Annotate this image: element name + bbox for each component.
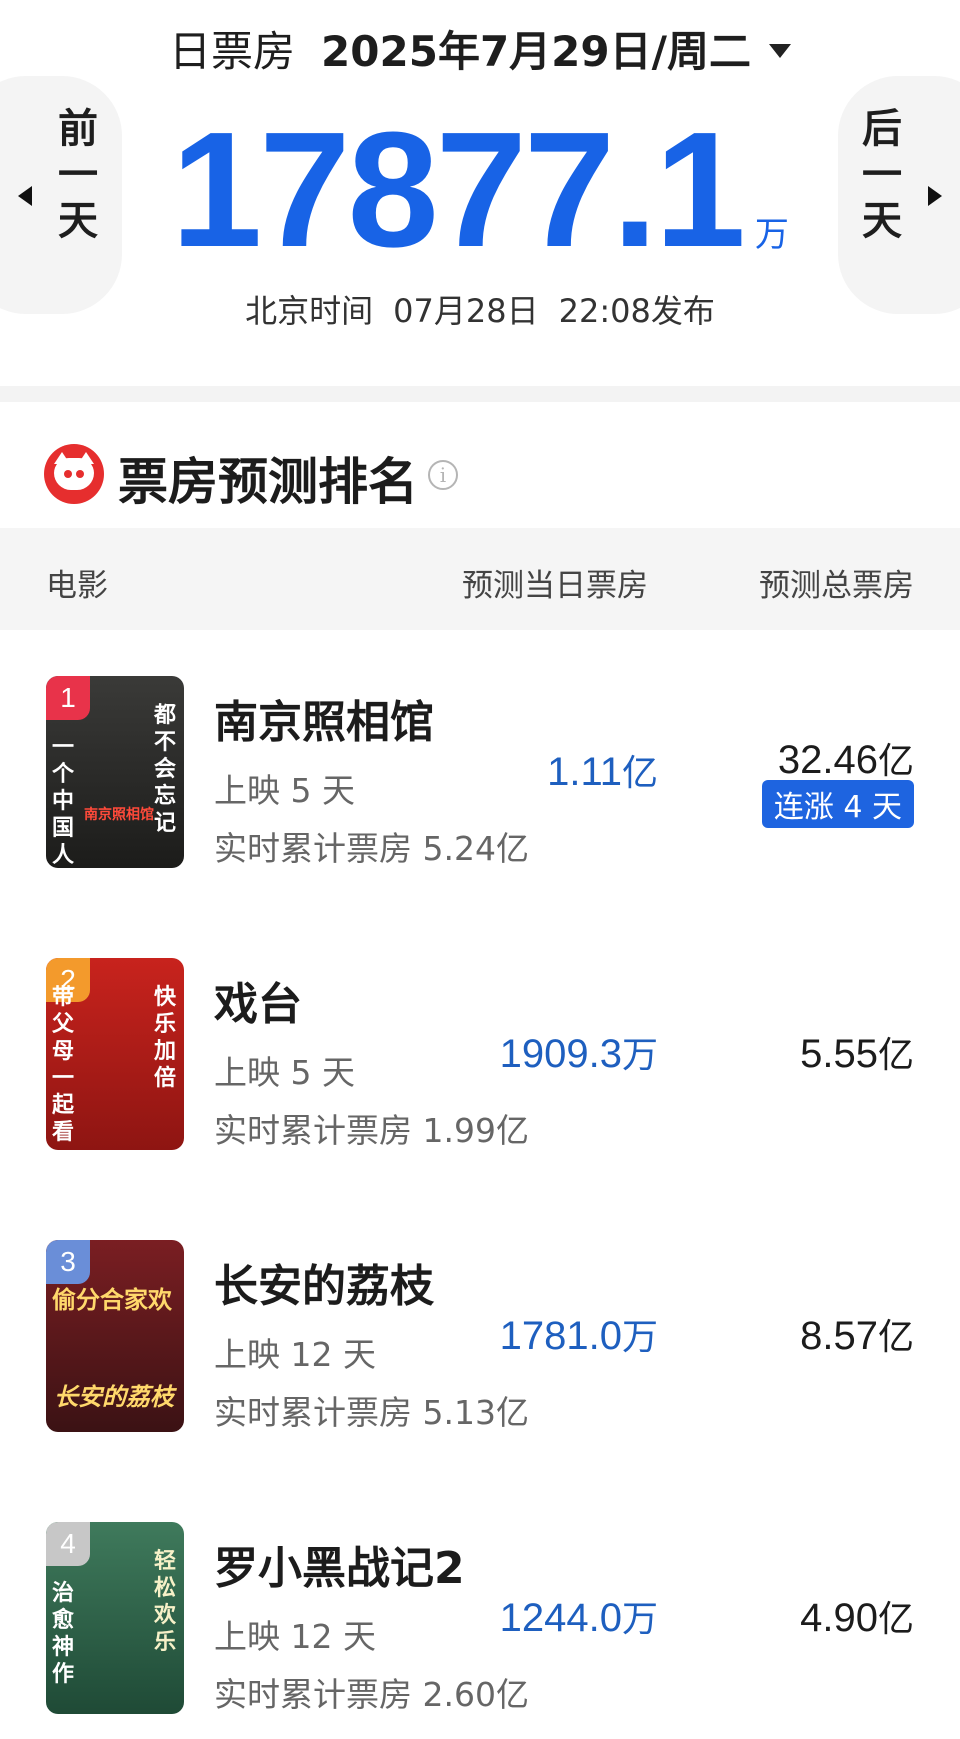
movie-title[interactable]: 罗小黑战记2 — [214, 1532, 465, 1596]
total-box-office-unit: 万 — [754, 215, 789, 255]
predicted-daily-box-office: 1781.0万 — [499, 1314, 658, 1358]
predicted-total-box-office: 32.46亿 — [777, 738, 914, 782]
selected-date[interactable]: 2025年7月29日/周二 — [321, 27, 751, 76]
poster-text-left: 治愈神作 — [51, 1581, 74, 1687]
poster-text-right: 都不会忘记 — [153, 703, 176, 836]
cumulative-box-office: 实时累计票房 2.60亿 — [214, 1675, 529, 1714]
cumulative-box-office: 实时累计票房 5.24亿 — [214, 829, 529, 868]
movie-poster[interactable]: 4 治愈神作 轻松欢乐 — [46, 1522, 184, 1714]
movie-row[interactable]: 3 偷分合家欢 长安的荔枝 长安的荔枝 上映 12 天 实时累计票房 5.13亿… — [0, 1194, 960, 1476]
cumulative-box-office: 实时累计票房 5.13亿 — [214, 1393, 529, 1432]
trend-badge: 连涨 4 天 — [761, 780, 914, 828]
maoyan-cat-logo-icon — [44, 444, 104, 504]
total-box-office: 17877.1 万 — [0, 108, 960, 272]
col-movie: 电影 — [46, 568, 108, 604]
release-time: 北京时间 07月28日 22:08发布 — [0, 286, 960, 332]
release-days: 上映 5 天 — [214, 1053, 355, 1092]
movie-poster[interactable]: 3 偷分合家欢 长安的荔枝 — [46, 1240, 184, 1432]
daily-box-office-label: 日票房 — [169, 27, 296, 76]
cumulative-box-office: 实时累计票房 1.99亿 — [214, 1111, 529, 1150]
rank-badge: 4 — [46, 1522, 90, 1566]
date-selector[interactable]: 日票房 2025年7月29日/周二 — [0, 18, 960, 79]
movie-row[interactable]: 2 带父母一起看 快乐加倍 戏台 上映 5 天 实时累计票房 1.99亿 190… — [0, 912, 960, 1194]
predicted-daily-box-office: 1909.3万 — [499, 1032, 658, 1076]
movie-row[interactable]: 1 一个中国人 都不会忘记 南京照相馆 南京照相馆 上映 5 天 实时累计票房 … — [0, 630, 960, 912]
section-title: 票房预测排名 — [118, 453, 418, 511]
predicted-total-box-office: 5.55亿 — [800, 1032, 914, 1076]
release-days: 上映 5 天 — [214, 771, 355, 810]
predicted-daily-box-office: 1.11亿 — [547, 750, 658, 794]
movie-poster[interactable]: 1 一个中国人 都不会忘记 南京照相馆 — [46, 676, 184, 868]
predicted-daily-box-office: 1244.0万 — [499, 1596, 658, 1640]
poster-text-left: 一个中国人 — [51, 735, 74, 868]
table-header: 电影 预测当日票房 预测总票房 — [0, 528, 960, 630]
section-divider — [0, 386, 960, 402]
poster-text-title: 南京照相馆 — [84, 807, 154, 823]
dropdown-caret-icon[interactable] — [768, 43, 791, 58]
poster-text-right: 轻松欢乐 — [153, 1549, 176, 1655]
poster-text-right: 快乐加倍 — [153, 985, 176, 1091]
release-days: 上映 12 天 — [214, 1335, 376, 1374]
movie-row[interactable]: 4 治愈神作 轻松欢乐 罗小黑战记2 上映 12 天 实时累计票房 2.60亿 … — [0, 1476, 960, 1739]
total-box-office-value: 17877.1 — [171, 98, 746, 281]
col-day-prediction[interactable]: 预测当日票房 — [462, 560, 648, 605]
movie-title[interactable]: 南京照相馆 — [214, 686, 434, 750]
release-date: 07月28日 — [393, 292, 539, 330]
movie-title[interactable]: 戏台 — [214, 968, 302, 1032]
predicted-total-box-office: 8.57亿 — [800, 1314, 914, 1358]
rank-badge: 1 — [46, 676, 90, 720]
release-days: 上映 12 天 — [214, 1617, 376, 1656]
header-panel: 日票房 2025年7月29日/周二 前一天 后一天 17877.1 万 北京时间 07… — [0, 0, 960, 386]
release-clock: 22:08发布 — [558, 292, 715, 330]
rank-badge: 3 — [46, 1240, 90, 1284]
poster-text-bottom: 长安的荔枝 — [54, 1383, 174, 1411]
info-icon[interactable]: i — [428, 460, 458, 490]
predicted-total-box-office: 4.90亿 — [800, 1596, 914, 1640]
movie-poster[interactable]: 2 带父母一起看 快乐加倍 — [46, 958, 184, 1150]
release-prefix: 北京时间 — [245, 292, 374, 330]
poster-text-left: 带父母一起看 — [51, 985, 74, 1145]
movie-title[interactable]: 长安的荔枝 — [214, 1250, 434, 1314]
poster-text-top: 偷分合家欢 — [52, 1286, 172, 1314]
col-total-prediction[interactable]: 预测总票房 — [759, 560, 914, 605]
